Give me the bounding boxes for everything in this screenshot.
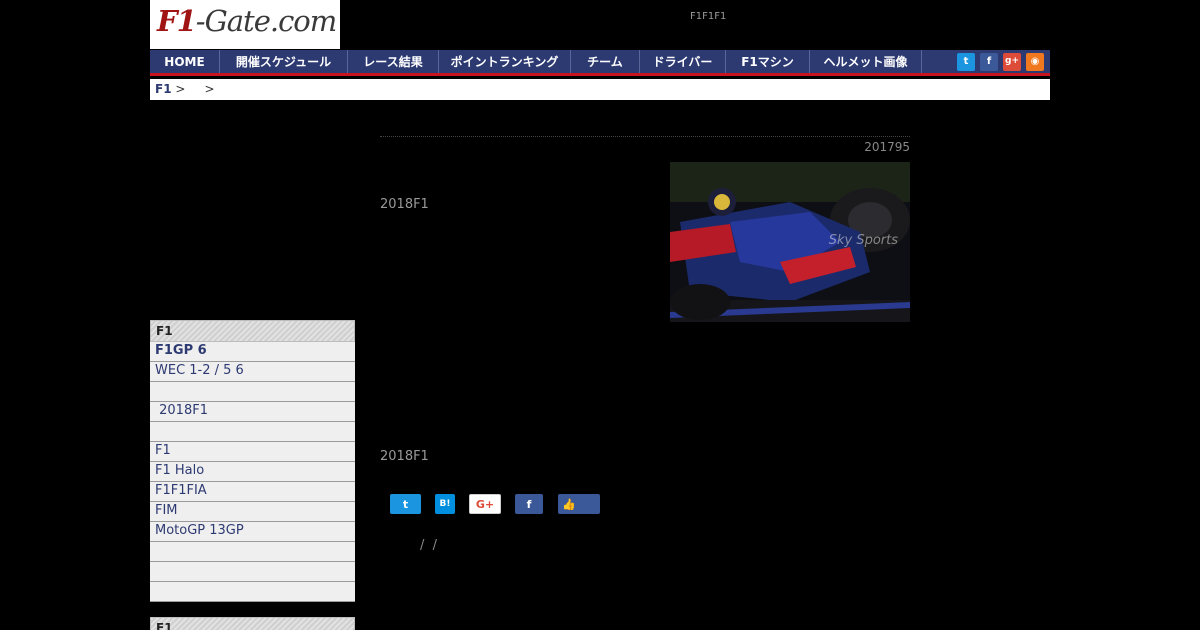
sidebar-item[interactable]: F1	[150, 442, 355, 462]
logo-f1: F1	[157, 4, 197, 38]
photo-credit: Sky Sports	[828, 233, 898, 248]
facebook-icon[interactable]: f	[980, 52, 998, 71]
twitter-icon[interactable]: t	[957, 52, 975, 71]
sidebar-item[interactable]	[150, 582, 355, 602]
sidebar-item[interactable]: 2018F1	[150, 402, 355, 422]
sidebar: F1 F1GP 6 WEC 1-2 / 5 6 2018F1 F1 F1 Hal…	[150, 320, 355, 602]
sidebar-item[interactable]: F1 Halo	[150, 462, 355, 482]
rss-icon[interactable]: ◉	[1026, 52, 1044, 71]
sidebar-item[interactable]: WEC 1-2 / 5 6	[150, 362, 355, 382]
sidebar-item[interactable]: F1F1FIA	[150, 482, 355, 502]
article-photo: Sky Sports	[670, 162, 910, 322]
sidebar-item[interactable]	[150, 562, 355, 582]
nav-results[interactable]: レース結果	[348, 50, 439, 73]
google-plus-icon[interactable]: g+	[1003, 52, 1021, 71]
breadcrumb-separators: > >	[171, 82, 215, 96]
facebook-like-button[interactable]: 👍	[558, 494, 600, 514]
share-facebook-button[interactable]: f	[515, 494, 543, 514]
sidebar-item[interactable]: MotoGP 13GP	[150, 522, 355, 542]
nav-machines[interactable]: F1マシン	[726, 50, 810, 73]
share-twitter-button[interactable]: t	[390, 494, 421, 514]
sidebar-item[interactable]: F1GP 6	[150, 342, 355, 362]
social-links: t f g+ ◉	[957, 50, 1050, 73]
nav-helmets[interactable]: ヘルメット画像	[810, 50, 922, 73]
sidebar-item[interactable]	[150, 422, 355, 442]
sidebar-heading: F1	[150, 320, 355, 342]
sidebar-heading-2: F1	[150, 617, 355, 630]
sidebar-item[interactable]: FIM	[150, 502, 355, 522]
article-lead: 2018F1	[380, 197, 429, 212]
tag-separators: / /	[420, 538, 438, 553]
logo-domain: -Gate.com	[195, 4, 337, 38]
breadcrumb: F1 > >	[150, 79, 1050, 100]
nav-teams[interactable]: チーム	[571, 50, 640, 73]
main-nav: HOME 開催スケジュール レース結果 ポイントランキング チーム ドライバー …	[150, 50, 1050, 76]
sidebar-item[interactable]	[150, 542, 355, 562]
nav-ranking[interactable]: ポイントランキング	[439, 50, 571, 73]
logo-wordmark: F1-Gate.com	[157, 4, 337, 38]
nav-schedule[interactable]: 開催スケジュール	[220, 50, 348, 73]
article-divider	[380, 136, 910, 137]
site-logo[interactable]: F1-Gate.com	[150, 0, 340, 49]
nav-home[interactable]: HOME	[150, 50, 220, 73]
article-body: 2018F1	[380, 449, 429, 464]
sidebar-item[interactable]	[150, 382, 355, 402]
share-hatena-button[interactable]: B!	[435, 494, 455, 514]
share-gplus-button[interactable]: G+	[469, 494, 501, 514]
article-date: 201795	[864, 140, 910, 154]
site-tagline: F1F1F1	[690, 11, 727, 22]
breadcrumb-home[interactable]: F1	[155, 82, 172, 96]
nav-drivers[interactable]: ドライバー	[640, 50, 726, 73]
